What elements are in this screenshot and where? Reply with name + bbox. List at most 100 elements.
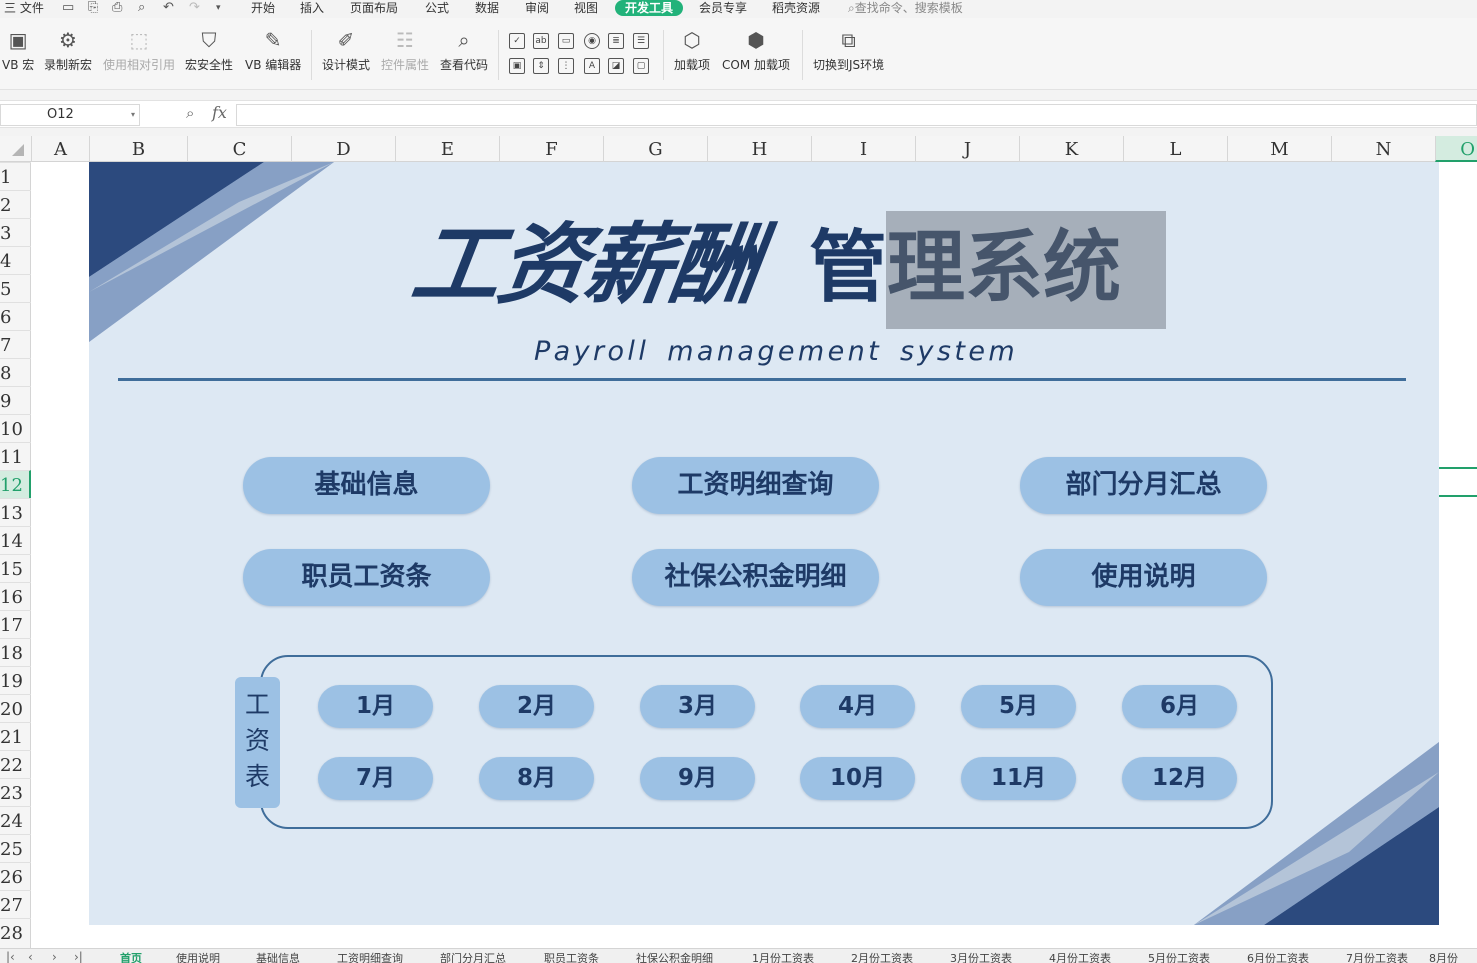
column-header[interactable]: A <box>31 136 89 162</box>
month-button-6[interactable]: 6月 <box>1122 685 1237 728</box>
row-header[interactable]: 19 <box>0 666 31 694</box>
listbox-control-icon[interactable]: ≣ <box>608 33 624 49</box>
name-box[interactable]: O12 ▾ <box>0 104 140 126</box>
tab-review[interactable]: 审阅 <box>525 0 549 16</box>
row-header[interactable]: 11 <box>0 442 31 470</box>
sheet-tab[interactable]: 4月份工资表 <box>1049 949 1111 963</box>
payslip-button[interactable]: 职员工资条 <box>243 549 490 606</box>
row-header[interactable]: 16 <box>0 582 31 610</box>
last-sheet-icon[interactable]: ›| <box>74 949 83 963</box>
month-button-12[interactable]: 12月 <box>1122 757 1237 800</box>
month-button-11[interactable]: 11月 <box>961 757 1076 800</box>
row-header[interactable]: 25 <box>0 834 31 862</box>
month-button-3[interactable]: 3月 <box>640 685 755 728</box>
column-header[interactable]: E <box>395 136 499 162</box>
combobox-control-icon[interactable]: ☰ <box>633 33 649 49</box>
column-header[interactable]: H <box>707 136 811 162</box>
row-header[interactable]: 15 <box>0 554 31 582</box>
sheet-tab[interactable]: 7月份工资表 <box>1346 949 1408 963</box>
tab-developer[interactable]: 开发工具 <box>615 0 684 16</box>
month-button-8[interactable]: 8月 <box>479 757 594 800</box>
fx-icon[interactable]: fx <box>212 103 227 122</box>
month-button-4[interactable]: 4月 <box>800 685 915 728</box>
tab-view[interactable]: 视图 <box>574 0 598 16</box>
column-header[interactable]: F <box>499 136 603 162</box>
row-header[interactable]: 21 <box>0 722 31 750</box>
sheet-tab[interactable]: 基础信息 <box>256 949 300 963</box>
toggle-button-control-icon[interactable]: ▣ <box>509 58 525 74</box>
option-button-control-icon[interactable]: ◉ <box>584 33 600 49</box>
checkbox-control-icon[interactable]: ✓ <box>509 33 525 49</box>
record-macro-button[interactable]: ⚙ 录制新宏 <box>44 28 92 73</box>
print-preview-icon[interactable]: ⌕ <box>138 1 145 15</box>
row-header[interactable]: 9 <box>0 386 31 414</box>
sheet-tab[interactable]: 使用说明 <box>176 949 220 963</box>
instructions-button[interactable]: 使用说明 <box>1020 549 1267 606</box>
sheet-tab[interactable]: 5月份工资表 <box>1148 949 1210 963</box>
frame-control-icon[interactable]: ▢ <box>633 58 649 74</box>
zoom-formula-icon[interactable]: ⌕ <box>186 104 194 122</box>
control-properties-button[interactable]: ☷ 控件属性 <box>381 28 429 73</box>
sheet-tab[interactable]: 部门分月汇总 <box>440 949 506 963</box>
row-header[interactable]: 2 <box>0 190 31 218</box>
row-header[interactable]: 27 <box>0 890 31 918</box>
row-header[interactable]: 4 <box>0 246 31 274</box>
sheet-tab[interactable]: 1月份工资表 <box>752 949 814 963</box>
image-control-icon[interactable]: ◪ <box>608 58 624 74</box>
sheet-tab[interactable]: 社保公积金明细 <box>636 949 713 963</box>
column-header[interactable]: I <box>811 136 915 162</box>
department-monthly-summary-button[interactable]: 部门分月汇总 <box>1020 457 1267 514</box>
select-all-corner[interactable] <box>12 144 24 156</box>
column-header[interactable]: M <box>1227 136 1331 162</box>
sheet-tab[interactable]: 职员工资条 <box>544 949 599 963</box>
column-header[interactable]: G <box>603 136 707 162</box>
print-icon[interactable]: ⎙ <box>112 1 122 15</box>
row-header[interactable]: 24 <box>0 806 31 834</box>
tab-member[interactable]: 会员专享 <box>699 0 747 16</box>
salary-detail-query-button[interactable]: 工资明细查询 <box>632 457 879 514</box>
column-header[interactable]: C <box>187 136 291 162</box>
month-button-9[interactable]: 9月 <box>640 757 755 800</box>
command-button-control-icon[interactable]: ▭ <box>558 33 574 49</box>
label-control-icon[interactable]: A <box>584 58 600 74</box>
switch-js-env-button[interactable]: ⧉ 切换到JS环境 <box>813 28 884 73</box>
row-header[interactable]: 20 <box>0 694 31 722</box>
chevron-down-icon[interactable]: ▾ <box>131 105 135 125</box>
sheet-tab[interactable]: 3月份工资表 <box>950 949 1012 963</box>
sheet-tab[interactable]: 2月份工资表 <box>851 949 913 963</box>
column-header[interactable]: D <box>291 136 395 162</box>
month-button-5[interactable]: 5月 <box>961 685 1076 728</box>
sheet-tab[interactable]: 工资明细查询 <box>337 949 403 963</box>
command-search[interactable]: ⌕查找命令、搜索模板 <box>848 0 963 16</box>
row-header[interactable]: 3 <box>0 218 31 246</box>
formula-input[interactable] <box>236 104 1477 126</box>
row-header[interactable]: 17 <box>0 610 31 638</box>
column-header[interactable]: N <box>1331 136 1435 162</box>
social-security-fund-button[interactable]: 社保公积金明细 <box>632 549 879 606</box>
add-ins-button[interactable]: ⬡ 加载项 <box>674 28 710 73</box>
vb-macro-button[interactable]: ▣ VB 宏 <box>2 28 34 73</box>
scrollbar-control-icon[interactable]: ⋮ <box>558 58 574 74</box>
save-icon[interactable]: ▭ <box>62 1 74 15</box>
prev-sheet-icon[interactable]: ‹ <box>28 949 33 963</box>
redo-icon[interactable]: ↷ <box>189 1 200 15</box>
undo-icon[interactable]: ↶ <box>163 1 174 15</box>
row-header[interactable]: 13 <box>0 498 31 526</box>
row-header[interactable]: 1 <box>0 162 31 190</box>
column-header[interactable]: J <box>915 136 1019 162</box>
row-header[interactable]: 5 <box>0 274 31 302</box>
basic-info-button[interactable]: 基础信息 <box>243 457 490 514</box>
row-header[interactable]: 7 <box>0 330 31 358</box>
sheet-tab-home[interactable]: 首页 <box>120 949 142 963</box>
row-header[interactable]: 14 <box>0 526 31 554</box>
view-code-button[interactable]: ⌕ 查看代码 <box>440 28 488 73</box>
next-sheet-icon[interactable]: › <box>52 949 57 963</box>
month-button-7[interactable]: 7月 <box>318 757 433 800</box>
column-header[interactable]: B <box>89 136 187 162</box>
macro-security-button[interactable]: ⛉ 宏安全性 <box>185 28 233 73</box>
quick-access-dropdown-icon[interactable]: ▾ <box>216 1 221 15</box>
tab-data[interactable]: 数据 <box>475 0 499 16</box>
tab-home[interactable]: 开始 <box>251 0 275 16</box>
tab-page-layout[interactable]: 页面布局 <box>350 0 398 16</box>
row-header[interactable]: 26 <box>0 862 31 890</box>
